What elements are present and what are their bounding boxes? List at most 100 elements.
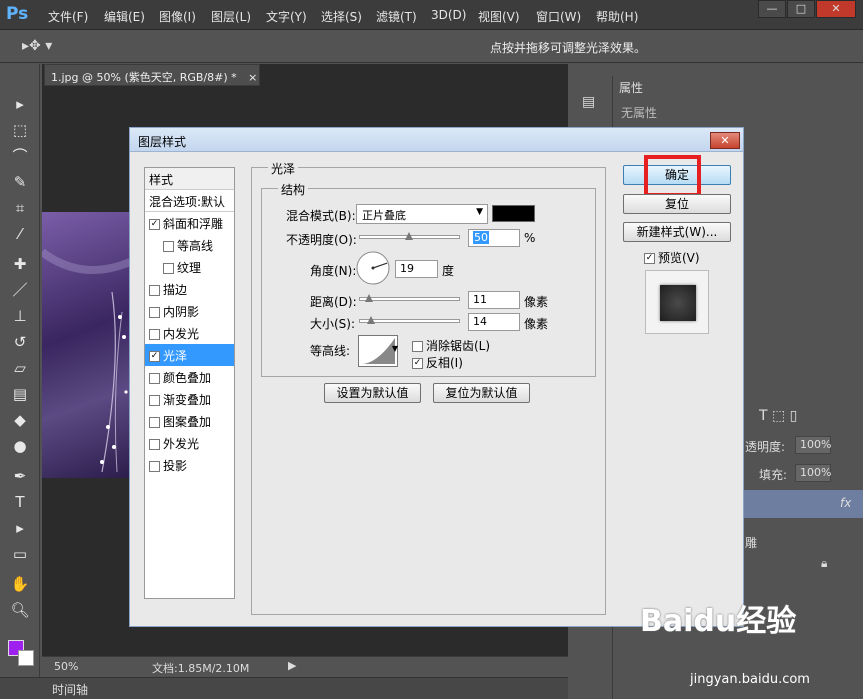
move-icon[interactable]: ▸ [9,94,31,114]
history-brush-icon[interactable]: ↺ [9,332,31,352]
style-checkbox-icon[interactable] [163,241,174,252]
style-checkbox-icon[interactable]: ✓ [149,351,160,362]
document-tab[interactable]: 1.jpg @ 50% (紫色天空, RGB/8#) * × [44,64,260,86]
dialog-close-button[interactable]: ✕ [710,132,740,149]
invert-check-icon[interactable]: ✓ [412,358,423,369]
stamp-icon[interactable]: ⊥ [9,306,31,326]
status-menu-arrow-icon[interactable]: ▶ [288,659,296,672]
marquee-icon[interactable]: ⬚ [9,120,31,140]
menu-edit[interactable]: 编辑(E) [104,8,145,25]
style-checkbox-icon[interactable] [149,417,160,428]
layer-opacity-field[interactable]: 100% [795,436,831,454]
move-tool-icon[interactable]: ▸✥ ▾ [22,38,52,54]
antialias-checkbox[interactable]: 消除锯齿(L) [412,337,490,354]
contour-chevron-icon[interactable]: ▼ [392,344,398,353]
image-canvas[interactable] [39,212,132,478]
layer-effect-name[interactable]: 雕 [745,534,757,551]
blend-mode-select[interactable]: 正片叠底 ▼ [356,204,488,224]
angle-dial[interactable] [355,250,391,286]
properties-tab[interactable]: 属性 [619,79,643,96]
contour-picker[interactable]: ▼ [358,335,398,367]
crop-icon[interactable]: ⌗ [9,198,31,218]
angle-input[interactable]: 19 [395,260,438,278]
background-color-swatch[interactable] [18,650,34,666]
layer-fx-badge[interactable]: fx [840,496,851,510]
blend-color-swatch[interactable] [492,205,535,222]
minimize-button[interactable]: — [758,0,786,18]
healing-icon[interactable]: ✚ [9,254,31,274]
menu-view[interactable]: 视图(V) [478,8,520,25]
style-checkbox-icon[interactable] [149,461,160,472]
pen-icon[interactable]: ✒ [9,466,31,486]
menu-layer[interactable]: 图层(L) [211,8,251,25]
style-item[interactable]: 颜色叠加 [145,366,234,388]
shape-icon[interactable]: ▭ [9,544,31,564]
gradient-icon[interactable]: ▤ [9,384,31,404]
reset-default-button[interactable]: 复位为默认值 [433,383,530,403]
style-item[interactable]: 渐变叠加 [145,388,234,410]
selected-layer-row[interactable]: fx [744,490,863,518]
blur-icon[interactable]: ◆ [9,410,31,430]
menu-image[interactable]: 图像(I) [159,8,196,25]
blending-options-item[interactable]: 混合选项:默认 [145,190,234,212]
distance-slider-track[interactable] [359,297,460,301]
size-input[interactable]: 14 [468,313,520,331]
quick-select-icon[interactable]: ✎ [9,172,31,192]
style-item[interactable]: 等高线 [145,234,234,256]
size-slider-thumb[interactable] [367,316,375,324]
type-icon[interactable]: T [9,492,31,512]
style-list-header[interactable]: 样式 [145,168,234,190]
style-checkbox-icon[interactable] [149,373,160,384]
style-checkbox-icon[interactable] [149,329,160,340]
style-item[interactable]: 内阴影 [145,300,234,322]
maximize-button[interactable]: □ [787,0,815,18]
menu-3d[interactable]: 3D(D) [431,8,466,22]
path-select-icon[interactable]: ▸ [9,518,31,538]
style-checkbox-icon[interactable] [149,307,160,318]
reset-button[interactable]: 复位 [623,194,731,214]
menu-window[interactable]: 窗口(W) [536,8,581,25]
hand-icon[interactable]: ✋ [9,574,31,594]
menu-filter[interactable]: 滤镜(T) [376,8,417,25]
layer-fill-field[interactable]: 100% [795,464,831,482]
dodge-icon[interactable]: ● [9,436,31,456]
opacity-slider-thumb[interactable] [405,232,413,240]
eyedropper-icon[interactable]: ⁄ [9,224,31,244]
window-close-button[interactable]: ✕ [816,0,856,18]
preview-checkbox[interactable]: ✓ 预览(V) [644,249,700,266]
brush-icon[interactable]: ／ [9,280,31,300]
distance-slider-thumb[interactable] [365,294,373,302]
preview-check-icon[interactable]: ✓ [644,253,655,264]
menu-file[interactable]: 文件(F) [48,8,88,25]
antialias-check-icon[interactable] [412,341,423,352]
style-item[interactable]: 图案叠加 [145,410,234,432]
zoom-icon[interactable]: 🔍︎ [9,600,31,620]
style-checkbox-icon[interactable] [149,395,160,406]
style-checkbox-icon[interactable] [149,285,160,296]
opacity-input[interactable]: 50 [468,229,520,247]
menu-type[interactable]: 文字(Y) [266,8,307,25]
style-item[interactable]: ✓ 光泽 [145,344,234,366]
document-tab-close-icon[interactable]: × [248,71,257,84]
eraser-icon[interactable]: ▱ [9,358,31,378]
style-item[interactable]: 投影 [145,454,234,476]
style-checkbox-icon[interactable]: ✓ [149,219,160,230]
style-checkbox-icon[interactable] [163,263,174,274]
layer-type-filter-icon[interactable]: T ⬚ ▯ [759,408,797,424]
new-style-button[interactable]: 新建样式(W)... [623,222,731,242]
style-checkbox-icon[interactable] [149,439,160,450]
timeline-label[interactable]: 时间轴 [52,681,88,698]
history-panel-icon[interactable]: ▤ [582,94,595,110]
lasso-icon[interactable]: ⌒ [9,146,31,166]
menu-select[interactable]: 选择(S) [321,8,362,25]
menu-help[interactable]: 帮助(H) [596,8,638,25]
style-item[interactable]: 外发光 [145,432,234,454]
style-item[interactable]: 内发光 [145,322,234,344]
invert-checkbox[interactable]: ✓ 反相(I) [412,354,463,371]
style-item[interactable]: 纹理 [145,256,234,278]
set-default-button[interactable]: 设置为默认值 [324,383,421,403]
style-item[interactable]: ✓ 斜面和浮雕 [145,212,234,234]
style-item[interactable]: 描边 [145,278,234,300]
zoom-level[interactable]: 50% [54,660,78,673]
distance-input[interactable]: 11 [468,291,520,309]
